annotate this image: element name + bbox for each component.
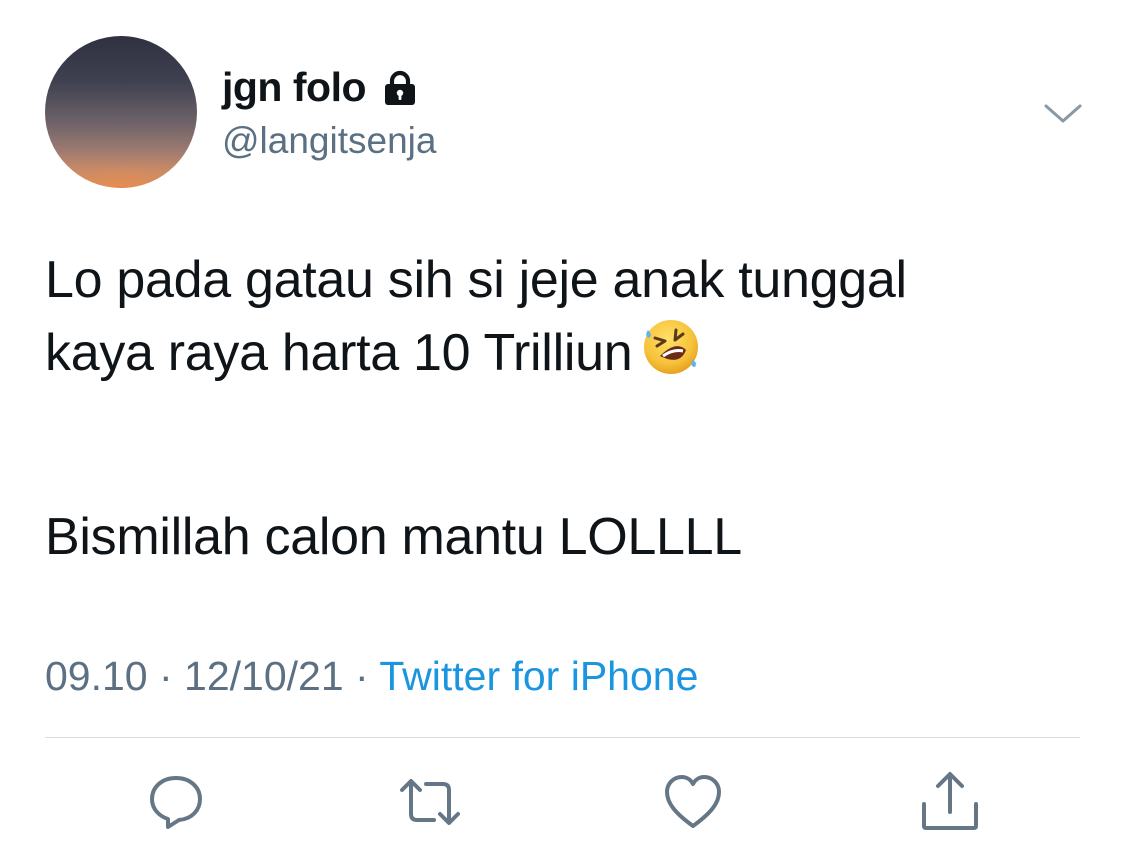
tweet-date: 12/10/21: [184, 653, 344, 699]
reply-button[interactable]: [144, 770, 208, 834]
retweet-icon: [400, 779, 460, 825]
divider: [45, 737, 1080, 738]
retweet-button[interactable]: [398, 770, 462, 834]
heart-icon: [665, 775, 721, 828]
tweet-line-with-emoji: kaya raya harta 10 Trilliun: [45, 316, 1085, 389]
lock-icon: [380, 69, 420, 109]
tweet-text: Lo pada gatau sih si jeje anak tunggal k…: [45, 245, 1085, 573]
share-icon: [922, 772, 978, 830]
user-handle[interactable]: @langitsenja: [222, 118, 436, 164]
avatar[interactable]: [45, 36, 197, 188]
tweet-line: Bismillah calon mantu LOLLLL: [45, 508, 742, 566]
reply-icon: [150, 776, 202, 829]
meta-separator: ·: [343, 653, 380, 699]
tweet-time: 09.10: [45, 653, 148, 699]
like-button[interactable]: [661, 770, 725, 834]
display-name-row[interactable]: jgn folo: [222, 62, 420, 112]
display-name[interactable]: jgn folo: [222, 62, 367, 112]
chevron-down-icon[interactable]: [1040, 92, 1086, 132]
tweet-line: kaya raya harta 10 Trilliun: [45, 324, 633, 382]
meta-separator: ·: [147, 653, 185, 699]
share-button[interactable]: [918, 770, 982, 834]
tweet-source-link[interactable]: Twitter for iPhone: [379, 653, 698, 699]
tweet-meta: 09.10 · 12/10/21 · Twitter for iPhone: [45, 650, 698, 702]
tweet-line: Lo pada gatau sih si jeje anak tunggal: [45, 251, 907, 309]
rolling-on-the-floor-laughing-icon: [640, 316, 702, 378]
